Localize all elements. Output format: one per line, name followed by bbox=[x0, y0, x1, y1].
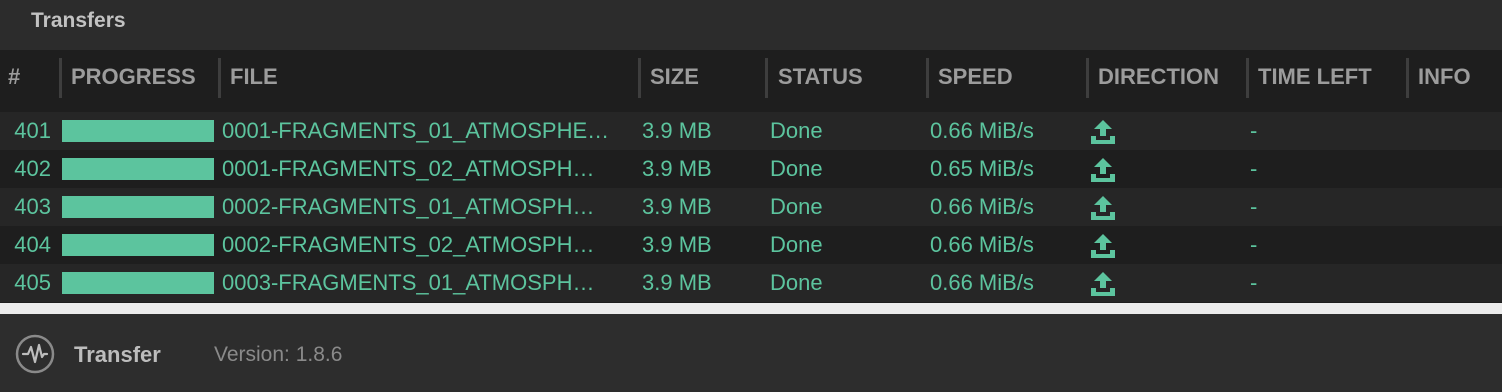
status-text: Done bbox=[770, 270, 823, 295]
progress-fill bbox=[62, 158, 214, 180]
panel-title: Transfers bbox=[31, 9, 126, 32]
table-row[interactable]: 401 0001-FRAGMENTS_01_ATMOSPHE… 3.9 MB D… bbox=[0, 112, 1502, 150]
row-number: 404 bbox=[14, 232, 51, 257]
app-name: Transfer bbox=[74, 342, 161, 367]
upload-icon bbox=[1091, 158, 1115, 182]
speed-text: 0.66 MiB/s bbox=[930, 194, 1034, 219]
upload-icon bbox=[1091, 272, 1115, 296]
column-divider[interactable] bbox=[926, 58, 929, 98]
column-header-direction[interactable]: DIRECTION bbox=[1098, 50, 1219, 104]
speed-text: 0.66 MiB/s bbox=[930, 118, 1034, 143]
progress-fill bbox=[62, 272, 214, 294]
status-text: Done bbox=[770, 118, 823, 143]
time-left: - bbox=[1250, 118, 1258, 143]
speed-text: 0.66 MiB/s bbox=[930, 232, 1034, 257]
column-header-status[interactable]: STATUS bbox=[778, 50, 863, 104]
row-number: 405 bbox=[14, 270, 51, 295]
file-name: 0002-FRAGMENTS_02_ATMOSPH… bbox=[222, 232, 595, 257]
column-divider[interactable] bbox=[765, 58, 768, 98]
status-text: Done bbox=[770, 156, 823, 181]
file-name: 0002-FRAGMENTS_01_ATMOSPH… bbox=[222, 194, 595, 219]
speed-text: 0.65 MiB/s bbox=[930, 156, 1034, 181]
row-number: 403 bbox=[14, 194, 51, 219]
column-header-info[interactable]: INFO bbox=[1418, 50, 1471, 104]
column-divider[interactable] bbox=[218, 58, 221, 98]
upload-icon bbox=[1091, 196, 1115, 220]
file-name: 0001-FRAGMENTS_01_ATMOSPHE… bbox=[222, 118, 610, 143]
column-header-progress[interactable]: PROGRESS bbox=[71, 50, 196, 104]
column-header-time-left[interactable]: TIME LEFT bbox=[1258, 50, 1372, 104]
column-divider[interactable] bbox=[1406, 58, 1409, 98]
transfers-table: # PROGRESS FILE SIZE STATUS SPEED DIRECT… bbox=[0, 50, 1502, 303]
table-row[interactable]: 402 0001-FRAGMENTS_02_ATMOSPH… 3.9 MB Do… bbox=[0, 150, 1502, 188]
footer: Transfer Version: 1.8.6 bbox=[0, 314, 1502, 392]
file-name: 0001-FRAGMENTS_02_ATMOSPH… bbox=[222, 156, 595, 181]
time-left: - bbox=[1250, 270, 1258, 295]
column-header-file[interactable]: FILE bbox=[230, 50, 278, 104]
file-size: 3.9 MB bbox=[642, 232, 712, 257]
time-left: - bbox=[1250, 232, 1258, 257]
column-divider[interactable] bbox=[1086, 58, 1089, 98]
version-label: Version: 1.8.6 bbox=[214, 343, 343, 366]
column-divider[interactable] bbox=[638, 58, 641, 98]
file-size: 3.9 MB bbox=[642, 118, 712, 143]
progress-bar bbox=[62, 272, 214, 294]
progress-bar bbox=[62, 158, 214, 180]
divider bbox=[0, 303, 1502, 314]
progress-fill bbox=[62, 196, 214, 218]
column-divider[interactable] bbox=[1246, 58, 1249, 98]
column-header-size[interactable]: SIZE bbox=[650, 50, 699, 104]
upload-icon bbox=[1091, 234, 1115, 258]
progress-bar bbox=[62, 196, 214, 218]
column-header-num[interactable]: # bbox=[8, 50, 20, 104]
time-left: - bbox=[1250, 194, 1258, 219]
status-text: Done bbox=[770, 194, 823, 219]
column-header-speed[interactable]: SPEED bbox=[938, 50, 1013, 104]
waveform-circle-icon bbox=[15, 334, 55, 374]
file-size: 3.9 MB bbox=[642, 270, 712, 295]
panel-header: Transfers bbox=[0, 0, 1502, 50]
progress-bar bbox=[62, 234, 214, 256]
speed-text: 0.66 MiB/s bbox=[930, 270, 1034, 295]
table-row[interactable]: 405 0003-FRAGMENTS_01_ATMOSPH… 3.9 MB Do… bbox=[0, 264, 1502, 302]
file-name: 0003-FRAGMENTS_01_ATMOSPH… bbox=[222, 270, 595, 295]
table-row[interactable]: 404 0002-FRAGMENTS_02_ATMOSPH… 3.9 MB Do… bbox=[0, 226, 1502, 264]
progress-bar bbox=[62, 120, 214, 142]
progress-fill bbox=[62, 120, 214, 142]
row-number: 402 bbox=[14, 156, 51, 181]
status-text: Done bbox=[770, 232, 823, 257]
time-left: - bbox=[1250, 156, 1258, 181]
row-number: 401 bbox=[14, 118, 51, 143]
file-size: 3.9 MB bbox=[642, 194, 712, 219]
upload-icon bbox=[1091, 120, 1115, 144]
file-size: 3.9 MB bbox=[642, 156, 712, 181]
column-divider[interactable] bbox=[59, 58, 62, 98]
table-row[interactable]: 403 0002-FRAGMENTS_01_ATMOSPH… 3.9 MB Do… bbox=[0, 188, 1502, 226]
progress-fill bbox=[62, 234, 214, 256]
